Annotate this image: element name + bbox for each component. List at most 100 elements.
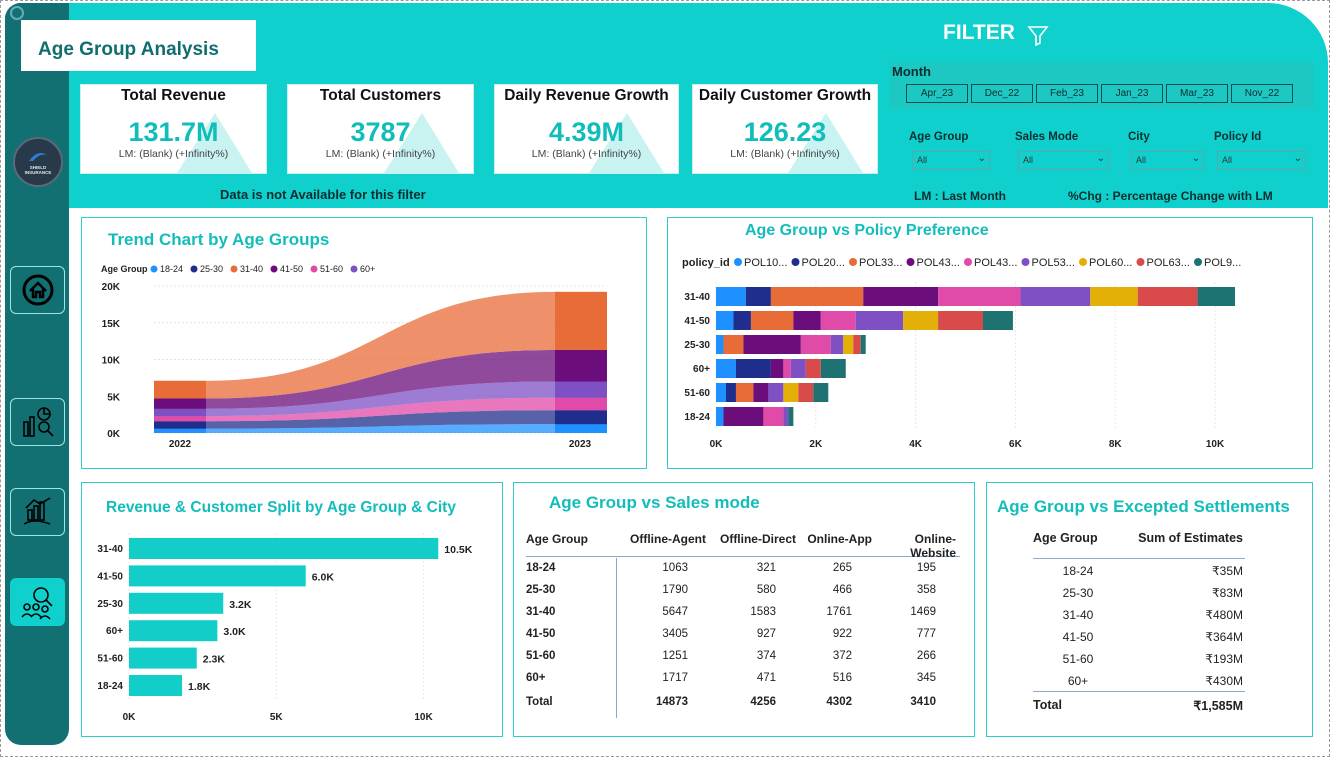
bar-segment [813, 383, 829, 402]
col-header[interactable]: Online-App [796, 532, 872, 556]
x-tick-label: 4K [909, 439, 923, 450]
cell: 345 [916, 672, 936, 684]
nav-age-group-button[interactable] [10, 578, 65, 626]
y-tick-label: 15K [102, 319, 121, 330]
legend-label: POL63... [1147, 257, 1190, 269]
cell: 14873 [656, 696, 688, 708]
bar-segment [855, 311, 904, 330]
kpi-sub: LM: (Blank) (+Infinity%) [730, 148, 840, 160]
cell: 321 [756, 562, 776, 574]
nav-growth-button[interactable] [10, 488, 65, 536]
city-dropdown[interactable]: All ⌄ [1131, 151, 1204, 170]
cell: 60+ [1067, 674, 1089, 688]
month-button[interactable]: Apr_23 [906, 84, 968, 103]
col-header[interactable]: Age Group [1033, 531, 1123, 558]
filter-icon[interactable] [1027, 24, 1049, 46]
month-button[interactable]: Nov_22 [1231, 84, 1293, 103]
bar-segment [716, 287, 746, 306]
trend-chart-panel: Trend Chart by Age Groups Age Group 18-24… [81, 217, 647, 469]
analytics-icon [22, 407, 54, 437]
bar [129, 592, 224, 614]
bar-segment [1090, 287, 1138, 306]
cell: ₹364M [1205, 630, 1243, 644]
legend-marker [310, 265, 318, 273]
company-logo: SHIELD INSURANCE [13, 137, 63, 187]
table-row: 51-60 1251 374 372 266 [526, 645, 960, 667]
col-header[interactable]: Age Group [526, 532, 616, 556]
sales-mode-dropdown[interactable]: All ⌄ [1018, 151, 1109, 170]
cell: 580 [756, 584, 776, 596]
dropdown-value: All [917, 155, 928, 165]
cell: 1790 [662, 584, 688, 596]
policy-id-dropdown[interactable]: All ⌄ [1217, 151, 1306, 170]
y-tick-label: 51-60 [684, 388, 710, 399]
cell: 31-40 [1062, 608, 1094, 622]
page-title: Age Group Analysis [21, 20, 256, 71]
bar-segment [938, 311, 983, 330]
table-row: 41-50 ₹364M [1033, 625, 1245, 647]
kpi-sub: LM: (Blank) (+Infinity%) [325, 148, 436, 160]
slicer-label-sales-mode: Sales Mode [1015, 131, 1079, 143]
bar [129, 675, 183, 696]
policy-chart-panel: Age Group vs Policy Preference policy_id… [667, 217, 1313, 469]
data-label: 10.5K [444, 544, 472, 556]
growth-icon [23, 497, 50, 525]
trend-chart: Age Group 18-24 25-30 31-40 41-50 51-60 60+ 0K 5… [101, 264, 607, 450]
table-row: 51-60 ₹193M [1033, 647, 1245, 669]
data-label: 6.0K [312, 571, 335, 583]
month-button[interactable]: Dec_22 [971, 84, 1033, 103]
month-button[interactable]: Jan_23 [1101, 84, 1163, 103]
bar-segment [820, 311, 856, 330]
legend-label: POL33... [859, 257, 902, 269]
legend-label: POL43... [974, 257, 1017, 269]
bar-segment [716, 383, 726, 402]
month-button[interactable]: Mar_23 [1166, 84, 1228, 103]
y-tick-label: 20K [102, 282, 121, 293]
col-header[interactable]: Sum of Estimates [1123, 531, 1243, 558]
cell: ₹1,585M [1193, 699, 1243, 713]
age-group-dropdown[interactable]: All ⌄ [912, 151, 990, 170]
bar-segment [716, 335, 724, 354]
y-tick-label: 31-40 [684, 292, 710, 303]
nav-analytics-button[interactable] [10, 398, 65, 446]
col-header[interactable]: Online-Website [872, 532, 956, 560]
cell: 927 [756, 628, 776, 640]
bar-segment [853, 335, 861, 354]
split-chart-panel: Revenue & Customer Split by Age Group & … [81, 482, 503, 737]
area-endcap [555, 410, 607, 425]
nav-home-button[interactable] [10, 266, 65, 314]
kpi-value: 131.7M [128, 117, 219, 147]
kpi-label: Total Customers [319, 87, 442, 104]
month-slicer: Month Apr_23 Dec_22 Feb_23 Jan_23 Mar_23… [890, 62, 1314, 109]
bar-segment [750, 311, 794, 330]
legend-marker [270, 265, 278, 273]
cell: 358 [916, 584, 936, 596]
cell: Total [1033, 698, 1062, 712]
policy-chart: policy_id POL10... POL20... POL33... POL43..… [682, 257, 1241, 450]
bar-segment [843, 335, 854, 354]
legend-marker [230, 265, 238, 273]
chevron-down-icon: ⌄ [1096, 153, 1105, 164]
filter-title: FILTER [943, 21, 1015, 44]
month-button[interactable]: Feb_23 [1036, 84, 1098, 103]
cell: ₹35M [1212, 564, 1243, 578]
legend-marker [350, 265, 358, 273]
cell: 265 [832, 562, 852, 574]
legend-marker [1021, 258, 1030, 266]
area-endcap [154, 428, 206, 433]
legend-label: 51-60 [320, 264, 343, 274]
col-header[interactable]: Offline-Direct [706, 532, 796, 556]
x-tick-label: 0K [710, 439, 724, 450]
refresh-icon[interactable] [10, 6, 24, 20]
bar-segment [790, 359, 806, 378]
cell: 195 [916, 562, 936, 574]
x-tick-label: 2023 [569, 439, 592, 450]
cell: 18-24 [1062, 564, 1094, 578]
col-header[interactable]: Offline-Agent [616, 532, 706, 556]
y-tick-label: 41-50 [97, 571, 123, 582]
bar-segment [800, 335, 831, 354]
x-tick-label: 10K [414, 712, 433, 723]
x-tick-label: 6K [1009, 439, 1023, 450]
cell: 372 [832, 650, 852, 662]
bar-segment [1137, 287, 1198, 306]
